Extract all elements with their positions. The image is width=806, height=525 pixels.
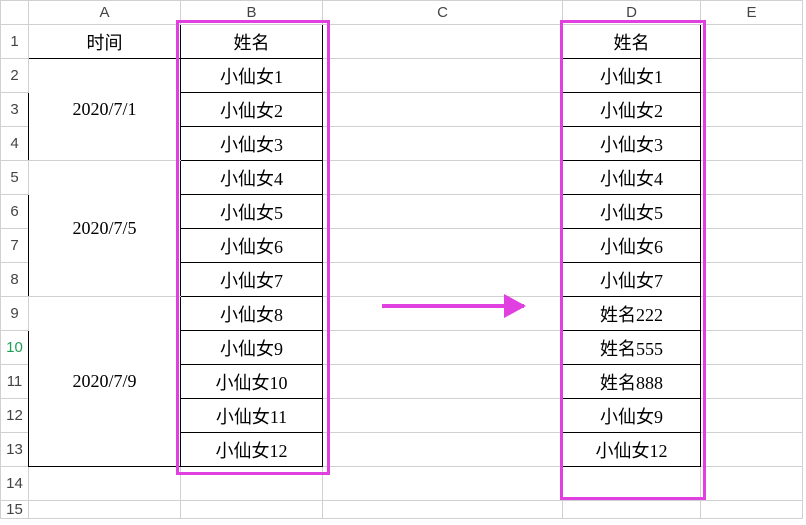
cell-C1[interactable] xyxy=(323,25,563,59)
cell-D11[interactable]: 姓名888 xyxy=(563,365,701,399)
spreadsheet[interactable]: A B C D E 1 时间 姓名 姓名 2 2020/7/1 小仙女1 小仙女… xyxy=(0,0,806,525)
cell-A14[interactable] xyxy=(29,467,181,501)
cell-C15[interactable] xyxy=(323,501,563,519)
row-header-5[interactable]: 5 xyxy=(1,161,29,195)
select-all-corner[interactable] xyxy=(1,1,29,25)
row-1: 1 时间 姓名 姓名 xyxy=(1,25,803,59)
row-header-3[interactable]: 3 xyxy=(1,93,29,127)
cell-E10[interactable] xyxy=(701,331,803,365)
cell-E5[interactable] xyxy=(701,161,803,195)
cell-A5-merged[interactable]: 2020/7/5 xyxy=(29,161,181,297)
cell-D13[interactable]: 小仙女12 xyxy=(563,433,701,467)
cell-A9-merged[interactable]: 2020/7/9 xyxy=(29,297,181,467)
cell-E3[interactable] xyxy=(701,93,803,127)
cell-C12[interactable] xyxy=(323,399,563,433)
row-header-2[interactable]: 2 xyxy=(1,59,29,93)
cell-C11[interactable] xyxy=(323,365,563,399)
cell-B6[interactable]: 小仙女5 xyxy=(181,195,323,229)
row-header-4[interactable]: 4 xyxy=(1,127,29,161)
cell-A15[interactable] xyxy=(29,501,181,519)
cell-E14[interactable] xyxy=(701,467,803,501)
row-5: 5 2020/7/5 小仙女4 小仙女4 xyxy=(1,161,803,195)
cell-C6[interactable] xyxy=(323,195,563,229)
row-header-9[interactable]: 9 xyxy=(1,297,29,331)
cell-B2[interactable]: 小仙女1 xyxy=(181,59,323,93)
cell-E4[interactable] xyxy=(701,127,803,161)
cell-B3[interactable]: 小仙女2 xyxy=(181,93,323,127)
cell-D12[interactable]: 小仙女9 xyxy=(563,399,701,433)
col-header-D[interactable]: D xyxy=(563,1,701,25)
cell-E11[interactable] xyxy=(701,365,803,399)
col-header-E[interactable]: E xyxy=(701,1,803,25)
cell-B15[interactable] xyxy=(181,501,323,519)
cell-C9[interactable] xyxy=(323,297,563,331)
grid-table[interactable]: A B C D E 1 时间 姓名 姓名 2 2020/7/1 小仙女1 小仙女… xyxy=(0,0,803,519)
cell-C8[interactable] xyxy=(323,263,563,297)
cell-C14[interactable] xyxy=(323,467,563,501)
row-9: 9 2020/7/9 小仙女8 姓名222 xyxy=(1,297,803,331)
cell-D7[interactable]: 小仙女6 xyxy=(563,229,701,263)
cell-C2[interactable] xyxy=(323,59,563,93)
row-header-12[interactable]: 12 xyxy=(1,399,29,433)
cell-B13[interactable]: 小仙女12 xyxy=(181,433,323,467)
cell-B4[interactable]: 小仙女3 xyxy=(181,127,323,161)
cell-C3[interactable] xyxy=(323,93,563,127)
cell-D3[interactable]: 小仙女2 xyxy=(563,93,701,127)
cell-C13[interactable] xyxy=(323,433,563,467)
row-header-10[interactable]: 10 xyxy=(1,331,29,365)
cell-B9[interactable]: 小仙女8 xyxy=(181,297,323,331)
cell-D9[interactable]: 姓名222 xyxy=(563,297,701,331)
row-2: 2 2020/7/1 小仙女1 小仙女1 xyxy=(1,59,803,93)
cell-B14[interactable] xyxy=(181,467,323,501)
cell-E15[interactable] xyxy=(701,501,803,519)
cell-B5[interactable]: 小仙女4 xyxy=(181,161,323,195)
cell-C4[interactable] xyxy=(323,127,563,161)
cell-D2[interactable]: 小仙女1 xyxy=(563,59,701,93)
col-header-A[interactable]: A xyxy=(29,1,181,25)
row-header-8[interactable]: 8 xyxy=(1,263,29,297)
row-header-15[interactable]: 15 xyxy=(1,501,29,519)
cell-C7[interactable] xyxy=(323,229,563,263)
row-14: 14 xyxy=(1,467,803,501)
col-header-C[interactable]: C xyxy=(323,1,563,25)
row-header-7[interactable]: 7 xyxy=(1,229,29,263)
cell-C5[interactable] xyxy=(323,161,563,195)
row-header-14[interactable]: 14 xyxy=(1,467,29,501)
cell-B10[interactable]: 小仙女9 xyxy=(181,331,323,365)
cell-B12[interactable]: 小仙女11 xyxy=(181,399,323,433)
cell-B11[interactable]: 小仙女10 xyxy=(181,365,323,399)
cell-B7[interactable]: 小仙女6 xyxy=(181,229,323,263)
row-15: 15 xyxy=(1,501,803,519)
cell-E13[interactable] xyxy=(701,433,803,467)
column-header-row: A B C D E xyxy=(1,1,803,25)
cell-D8[interactable]: 小仙女7 xyxy=(563,263,701,297)
row-header-11[interactable]: 11 xyxy=(1,365,29,399)
row-header-1[interactable]: 1 xyxy=(1,25,29,59)
cell-B8[interactable]: 小仙女7 xyxy=(181,263,323,297)
row-header-13[interactable]: 13 xyxy=(1,433,29,467)
cell-E2[interactable] xyxy=(701,59,803,93)
cell-E9[interactable] xyxy=(701,297,803,331)
cell-D10[interactable]: 姓名555 xyxy=(563,331,701,365)
cell-A1[interactable]: 时间 xyxy=(29,25,181,59)
cell-D6[interactable]: 小仙女5 xyxy=(563,195,701,229)
cell-D14[interactable] xyxy=(563,467,701,501)
cell-E1[interactable] xyxy=(701,25,803,59)
row-header-6[interactable]: 6 xyxy=(1,195,29,229)
cell-E8[interactable] xyxy=(701,263,803,297)
cell-D15[interactable] xyxy=(563,501,701,519)
cell-E6[interactable] xyxy=(701,195,803,229)
col-header-B[interactable]: B xyxy=(181,1,323,25)
cell-B1[interactable]: 姓名 xyxy=(181,25,323,59)
cell-A2-merged[interactable]: 2020/7/1 xyxy=(29,59,181,161)
cell-E12[interactable] xyxy=(701,399,803,433)
cell-D5[interactable]: 小仙女4 xyxy=(563,161,701,195)
cell-D1[interactable]: 姓名 xyxy=(563,25,701,59)
cell-D4[interactable]: 小仙女3 xyxy=(563,127,701,161)
cell-C10[interactable] xyxy=(323,331,563,365)
cell-E7[interactable] xyxy=(701,229,803,263)
